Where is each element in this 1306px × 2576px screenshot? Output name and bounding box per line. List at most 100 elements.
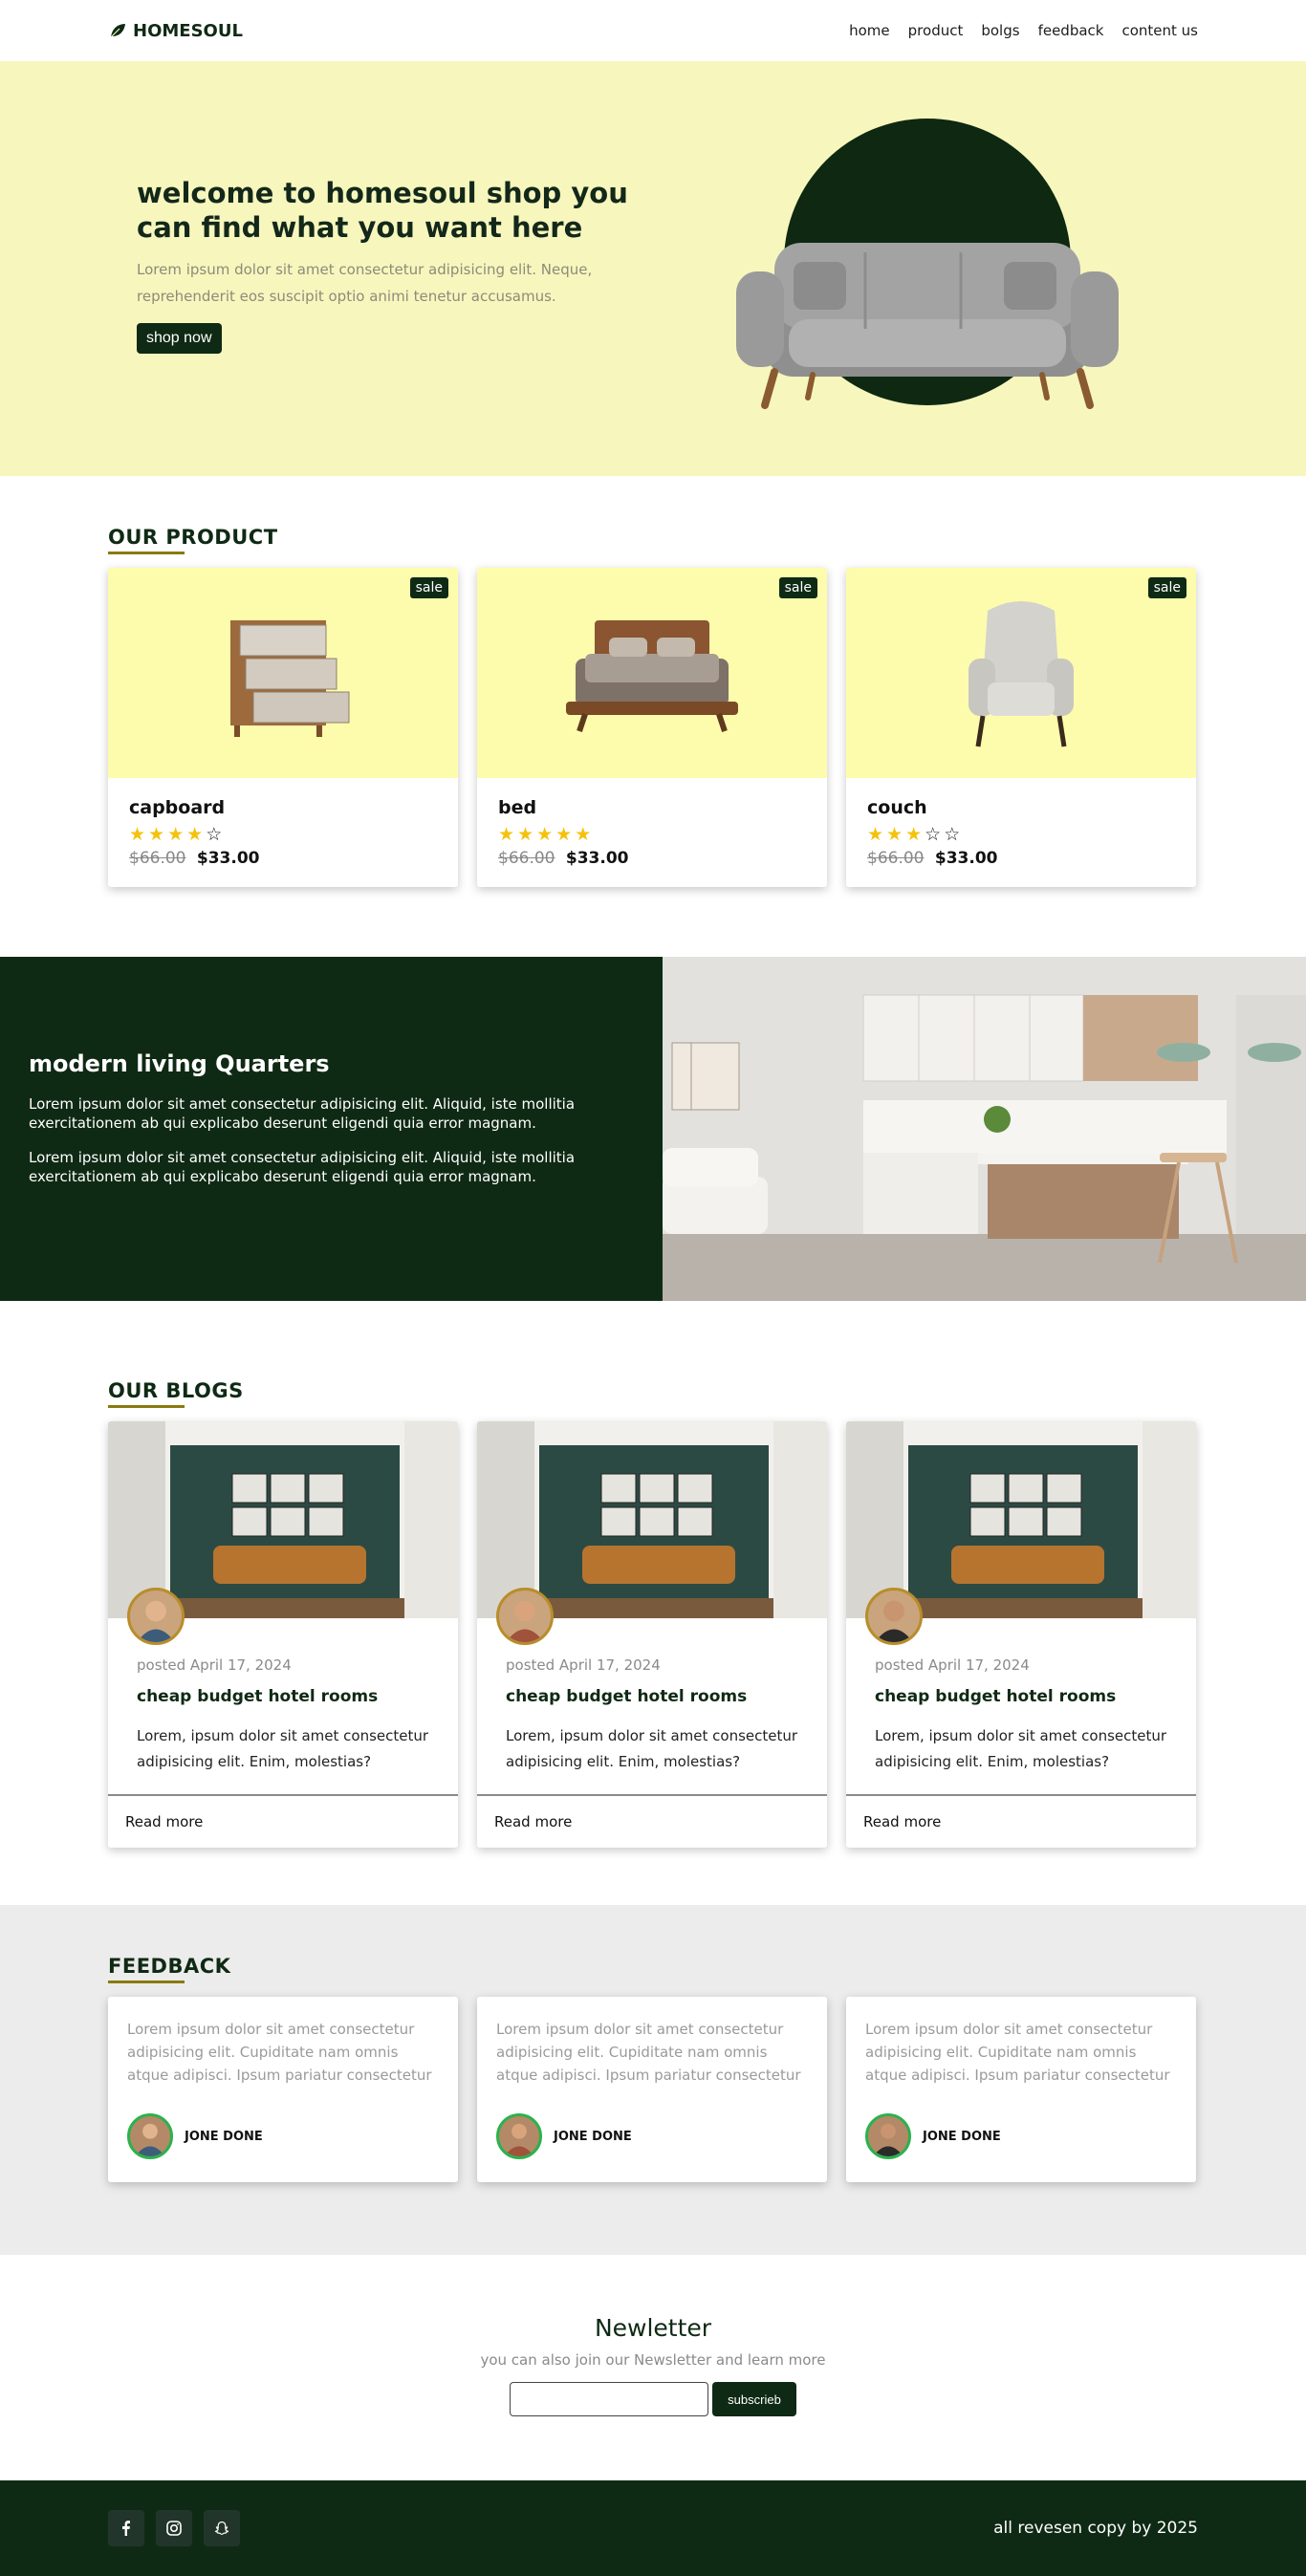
nav-blogs[interactable]: bolgs (981, 22, 1019, 39)
hero-text: welcome to homesoul shop you can find wh… (137, 176, 653, 354)
product-card[interactable]: sale capboard ★★★★☆ $66.00 $33.00 (108, 568, 458, 887)
star-icon: ★ (148, 824, 168, 845)
blog-cards: posted April 17, 2024 cheap budget hotel… (108, 1421, 1198, 1848)
products-title: OUR PRODUCT (108, 526, 278, 554)
hero-description: Lorem ipsum dolor sit amet consectetur a… (137, 261, 593, 305)
nav-feedback[interactable]: feedback (1038, 22, 1104, 39)
star-icon: ★ (167, 824, 187, 845)
bed-image (566, 620, 738, 732)
product-card[interactable]: sale couch ★★★☆☆ $66.00 $33.00 (846, 568, 1196, 887)
nav-home[interactable]: home (849, 22, 890, 39)
nav-product[interactable]: product (908, 22, 964, 39)
feedback-section: FEEDBACK Lorem ipsum dolor sit amet cons… (0, 1905, 1306, 2255)
product-prices: $66.00 $33.00 (498, 849, 806, 868)
feedback-user: JONE DONE (496, 2113, 808, 2159)
sale-badge: sale (778, 577, 817, 598)
avatar (496, 1588, 554, 1645)
facebook-icon[interactable] (108, 2510, 144, 2546)
feedback-text: Lorem ipsum dolor sit amet consectetur a… (865, 2021, 1170, 2084)
star-icon: ★ (186, 824, 207, 845)
avatar (865, 2113, 911, 2159)
living-text: modern living Quarters Lorem ipsum dolor… (0, 957, 663, 1301)
price: $33.00 (565, 849, 629, 868)
blog-date: posted April 17, 2024 (506, 1656, 661, 1674)
newsletter-email-input[interactable] (510, 2382, 709, 2416)
product-name: capboard (129, 797, 226, 818)
blogs-title: OUR BLOGS (108, 1379, 244, 1408)
living-paragraph: Lorem ipsum dolor sit amet consectetur a… (29, 1095, 576, 1132)
nav-contact[interactable]: content us (1121, 22, 1198, 39)
blogs-section: OUR BLOGS posted April 17, 2024 cheap bu… (0, 1301, 1306, 1905)
site-header: HOMESOUL home product bolgs feedback con… (0, 0, 1306, 61)
read-more-link[interactable]: Read more (108, 1794, 458, 1848)
blog-excerpt: Lorem, ipsum dolor sit amet consectetur … (875, 1727, 1167, 1770)
blog-card[interactable]: posted April 17, 2024 cheap budget hotel… (108, 1421, 458, 1848)
feedback-user-name: JONE DONE (554, 2129, 632, 2144)
product-image-area: sale (108, 568, 458, 778)
living-section: modern living Quarters Lorem ipsum dolor… (0, 957, 1306, 1301)
newsletter-section: Newletter you can also join our Newslett… (0, 2255, 1306, 2480)
product-rating: ★★★☆☆ (867, 824, 1175, 845)
product-card[interactable]: sale bed ★★★★★ $66.00 $33.00 (477, 568, 827, 887)
avatar (496, 2113, 542, 2159)
product-info: bed ★★★★★ $66.00 $33.00 (477, 778, 827, 887)
blog-image (108, 1421, 458, 1645)
blog-title[interactable]: cheap budget hotel rooms (875, 1687, 1167, 1706)
star-outline-icon: ☆ (925, 824, 945, 845)
kitchen-image (663, 957, 1306, 1301)
product-prices: $66.00 $33.00 (129, 849, 437, 868)
read-more-link[interactable]: Read more (846, 1794, 1196, 1848)
snapchat-icon[interactable] (204, 2510, 240, 2546)
avatar (127, 2113, 173, 2159)
star-icon: ★ (498, 824, 518, 845)
blog-title[interactable]: cheap budget hotel rooms (506, 1687, 798, 1706)
brand-name: HOMESOUL (133, 20, 243, 41)
feedback-text: Lorem ipsum dolor sit amet consectetur a… (127, 2021, 432, 2084)
feedback-user-name: JONE DONE (923, 2129, 1001, 2144)
logo[interactable]: HOMESOUL (108, 21, 243, 41)
feedback-user: JONE DONE (865, 2113, 1177, 2159)
product-info: couch ★★★☆☆ $66.00 $33.00 (846, 778, 1196, 887)
product-name: couch (867, 797, 927, 818)
product-rating: ★★★★★ (498, 824, 806, 845)
blog-image (477, 1421, 827, 1645)
old-price: $66.00 (867, 849, 925, 868)
subscribe-button[interactable]: subscrieb (712, 2382, 796, 2416)
star-icon: ★ (905, 824, 925, 845)
newsletter-text: you can also join our Newsletter and lea… (480, 2351, 826, 2369)
copyright-text: all revesen copy by 2025 (993, 2519, 1198, 2538)
product-cards: sale capboard ★★★★☆ $66.00 $33.00 sale b… (108, 568, 1198, 887)
hero-title: welcome to homesoul shop you can find wh… (137, 177, 628, 244)
star-icon: ★ (129, 824, 149, 845)
old-price: $66.00 (129, 849, 186, 868)
armchair-image (969, 601, 1074, 747)
main-nav: home product bolgs feedback content us (849, 22, 1198, 39)
site-footer: all revesen copy by 2025 (0, 2480, 1306, 2576)
feedback-user: JONE DONE (127, 2113, 439, 2159)
blog-excerpt: Lorem, ipsum dolor sit amet consectetur … (506, 1727, 798, 1770)
sofa-image (736, 243, 1119, 409)
blog-image (846, 1421, 1196, 1645)
feedback-title: FEEDBACK (108, 1955, 230, 1983)
avatar (127, 1588, 185, 1645)
sale-badge: sale (1147, 577, 1186, 598)
read-more-link[interactable]: Read more (477, 1794, 827, 1848)
feedback-cards: Lorem ipsum dolor sit amet consectetur a… (108, 1997, 1198, 2182)
product-prices: $66.00 $33.00 (867, 849, 1175, 868)
living-paragraph: Lorem ipsum dolor sit amet consectetur a… (29, 1149, 576, 1185)
star-icon: ★ (555, 824, 576, 845)
star-outline-icon: ☆ (944, 824, 964, 845)
instagram-icon[interactable] (156, 2510, 192, 2546)
star-icon: ★ (517, 824, 537, 845)
price: $33.00 (196, 849, 260, 868)
product-info: capboard ★★★★☆ $66.00 $33.00 (108, 778, 458, 887)
feedback-card: Lorem ipsum dolor sit amet consectetur a… (477, 1997, 827, 2182)
shop-now-button[interactable]: shop now (137, 323, 222, 354)
cabinet-image (230, 620, 350, 737)
feedback-card: Lorem ipsum dolor sit amet consectetur a… (108, 1997, 458, 2182)
star-icon: ★ (886, 824, 906, 845)
products-section: OUR PRODUCT sale capboard ★★★★☆ $66.00 $… (0, 476, 1306, 957)
blog-card[interactable]: posted April 17, 2024 cheap budget hotel… (846, 1421, 1196, 1848)
blog-card[interactable]: posted April 17, 2024 cheap budget hotel… (477, 1421, 827, 1848)
blog-title[interactable]: cheap budget hotel rooms (137, 1687, 429, 1706)
